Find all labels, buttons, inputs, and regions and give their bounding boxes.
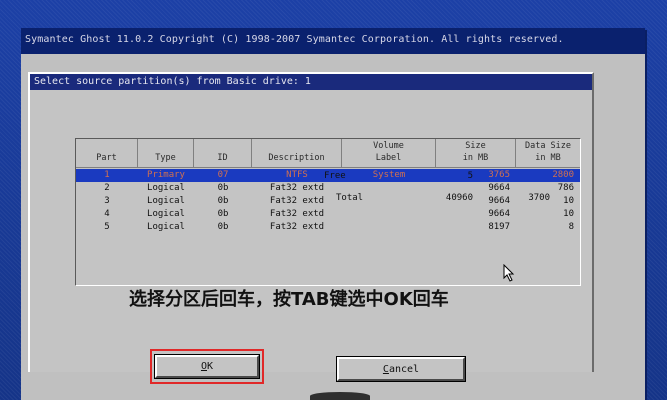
- cancel-button-label: Cancel: [383, 364, 419, 375]
- cell-description: Fat32 extd: [269, 196, 325, 206]
- instruction-caption: 选择分区后回车，按TAB键选中OK回车: [129, 289, 449, 310]
- cell-part: 4: [104, 209, 110, 219]
- total-data-size-value: 3700: [528, 193, 550, 203]
- header-divider: [76, 167, 580, 168]
- column-header-part-label: Part: [96, 153, 117, 163]
- column-header-type-label: Type: [155, 153, 176, 163]
- cell-description: Fat32 extd: [269, 209, 325, 219]
- monitor-bezel-shadow: [310, 392, 370, 400]
- table-row[interactable]: 5 Logical 0b Fat32 extd 8197 8: [76, 221, 580, 234]
- column-header-size: Size in MB: [436, 139, 516, 167]
- total-label: Total: [336, 193, 364, 203]
- column-header-data-size-label: Data Size in MB: [524, 141, 572, 163]
- cell-data-size: 10: [563, 209, 574, 219]
- total-size-value: 40960: [445, 193, 473, 203]
- cell-description: Fat32 extd: [269, 183, 325, 193]
- cancel-label-rest: ancel: [388, 363, 420, 375]
- column-header-volume-label: Volume Label: [342, 139, 436, 167]
- ok-label-rest: K: [207, 361, 214, 372]
- cell-id: 0b: [217, 222, 229, 232]
- cell-part: 2: [104, 183, 110, 193]
- dialog-title: Select source partition(s) from Basic dr…: [34, 76, 311, 87]
- ok-button[interactable]: OK: [154, 354, 260, 379]
- column-header-id-label: ID: [217, 153, 228, 163]
- cell-volume-label: [342, 208, 436, 221]
- cell-type: Logical: [147, 222, 185, 232]
- cell-data-size: 2800: [552, 170, 574, 180]
- cell-part: 1: [104, 170, 110, 180]
- select-partition-dialog: Select source partition(s) from Basic dr…: [28, 72, 594, 372]
- window-title: Symantec Ghost 11.0.2 Copyright (C) 1998…: [25, 34, 564, 45]
- cell-data-size: 8: [568, 222, 574, 232]
- cell-part: 3: [104, 196, 110, 206]
- cell-type: Logical: [147, 196, 185, 206]
- cell-id: 0b: [217, 209, 229, 219]
- cell-id: 0b: [217, 196, 229, 206]
- column-header-description-label: Description: [268, 153, 325, 163]
- ok-button-label: OK: [201, 361, 213, 372]
- column-header-type: Type: [138, 139, 194, 167]
- free-label: Free: [324, 171, 346, 181]
- dialog-title-bar: Select source partition(s) from Basic dr…: [30, 74, 592, 90]
- column-header-description: Description: [252, 139, 342, 167]
- column-header-data-size: Data Size in MB: [516, 139, 580, 167]
- cell-size: 8197: [488, 222, 510, 232]
- cell-part: 5: [104, 222, 110, 232]
- column-header-part: Part: [76, 139, 138, 167]
- column-header-id: ID: [194, 139, 252, 167]
- table-row[interactable]: 4 Logical 0b Fat32 extd 9664 10: [76, 208, 580, 221]
- column-header-volume-label-label: Volume Label: [373, 141, 404, 163]
- cell-type: Logical: [147, 209, 185, 219]
- free-size-value: 5: [467, 171, 473, 181]
- cell-description: Fat32 extd: [269, 222, 325, 232]
- mouse-pointer-icon: [503, 264, 515, 282]
- window-title-bar: Symantec Ghost 11.0.2 Copyright (C) 1998…: [21, 28, 645, 54]
- cell-id: 0b: [217, 183, 229, 193]
- cell-type: Primary: [147, 170, 185, 180]
- cell-size: 9664: [488, 209, 510, 219]
- cell-type: Logical: [147, 183, 185, 193]
- column-header-size-label: Size in MB: [462, 141, 489, 163]
- cell-id: 07: [217, 170, 229, 180]
- cancel-button[interactable]: Cancel: [336, 356, 466, 382]
- cell-volume-label: [342, 221, 436, 234]
